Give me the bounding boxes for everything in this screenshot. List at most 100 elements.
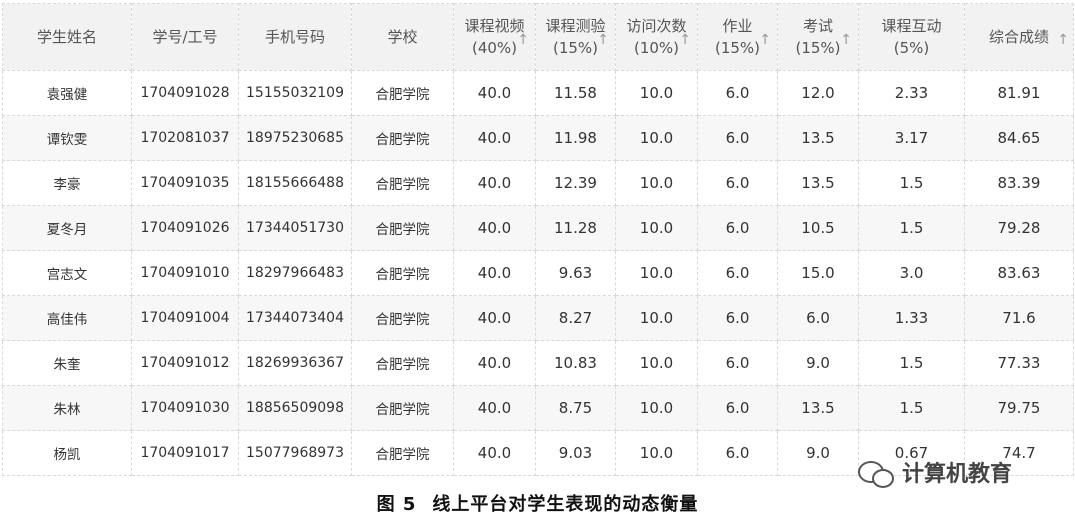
cell-school: 合肥学院: [351, 295, 454, 341]
cell-visit-count: 10.0: [615, 70, 698, 116]
cell-school: 合肥学院: [351, 340, 454, 386]
cell-exam: 6.0: [777, 295, 859, 341]
cell-overall-score: 83.63: [964, 250, 1074, 296]
score-table: 学生姓名 学号/工号 手机号码 学校 课程视频 (40%) ↑ 课程测验 (15%) ↑ 访问次数(…: [2, 3, 1074, 476]
column-header-course-interaction: 课程互动 (5%): [858, 3, 965, 71]
cell-school: 合肥学院: [351, 160, 454, 206]
table-row: 朱林 1704091030 18856509098 合肥学院 40.0 8.75 10.0 6…: [2, 385, 1074, 431]
cell-homework: 6.0: [697, 295, 778, 341]
cell-course-video: 40.0: [453, 250, 536, 296]
column-header-label: 手机号码: [264, 28, 325, 47]
table-row: 朱奎 1704091012 18269936367 合肥学院 40.0 10.83 10.0…: [2, 340, 1074, 386]
cell-course-interaction: 1.5: [858, 205, 965, 251]
table-header-row: 学生姓名 学号/工号 手机号码 学校 课程视频 (40%) ↑ 课程测验 (15%) ↑ 访问次数(…: [2, 3, 1074, 71]
column-header-visit-count[interactable]: 访问次数 (10%) ↑: [615, 3, 698, 71]
cell-student-name: 朱林: [2, 385, 132, 431]
cell-student-id: 1704091028: [131, 70, 239, 116]
column-header-overall-score[interactable]: 综合成绩 ↑: [964, 3, 1074, 71]
cell-course-video: 40.0: [453, 385, 536, 431]
cell-phone: 18269936367: [238, 340, 352, 386]
cell-student-id: 1704091017: [131, 430, 239, 476]
cell-course-interaction: 3.0: [858, 250, 965, 296]
cell-exam: 13.5: [777, 115, 859, 161]
cell-course-quiz: 11.98: [535, 115, 616, 161]
column-header-weight: (10%): [633, 39, 680, 57]
cell-student-id: 1704091004: [131, 295, 239, 341]
cell-exam: 12.0: [777, 70, 859, 116]
cell-homework: 6.0: [697, 250, 778, 296]
cell-student-name: 袁强健: [2, 70, 132, 116]
cell-phone: 17344073404: [238, 295, 352, 341]
cell-course-video: 40.0: [453, 340, 536, 386]
cell-phone: 18856509098: [238, 385, 352, 431]
cell-course-video: 40.0: [453, 115, 536, 161]
cell-overall-score: 77.33: [964, 340, 1074, 386]
cell-phone: 18155666488: [238, 160, 352, 206]
cell-overall-score: 71.6: [964, 295, 1074, 341]
figure-caption: 图 5 线上平台对学生表现的动态衡量: [0, 490, 1075, 516]
cell-homework: 6.0: [697, 340, 778, 386]
cell-phone: 18975230685: [238, 115, 352, 161]
cell-course-interaction: 1.5: [858, 385, 965, 431]
column-header-course-quiz[interactable]: 课程测验 (15%) ↑: [535, 3, 616, 71]
cell-student-id: 1704091026: [131, 205, 239, 251]
sort-up-icon[interactable]: ↑: [679, 29, 691, 51]
cell-exam: 13.5: [777, 160, 859, 206]
cell-exam: 13.5: [777, 385, 859, 431]
cell-course-quiz: 8.27: [535, 295, 616, 341]
sort-up-icon[interactable]: ↑: [759, 29, 771, 51]
cell-course-video: 40.0: [453, 70, 536, 116]
cell-exam: 9.0: [777, 340, 859, 386]
cell-homework: 6.0: [697, 205, 778, 251]
cell-student-name: 朱奎: [2, 340, 132, 386]
cell-phone: 15077968973: [238, 430, 352, 476]
cell-visit-count: 10.0: [615, 385, 698, 431]
cell-visit-count: 10.0: [615, 295, 698, 341]
cell-homework: 6.0: [697, 385, 778, 431]
cell-school: 合肥学院: [351, 385, 454, 431]
cell-exam: 9.0: [777, 430, 859, 476]
sort-up-icon[interactable]: ↑: [517, 29, 529, 51]
cell-homework: 6.0: [697, 430, 778, 476]
cell-visit-count: 10.0: [615, 430, 698, 476]
cell-homework: 6.0: [697, 115, 778, 161]
cell-course-interaction: 2.33: [858, 70, 965, 116]
cell-course-video: 40.0: [453, 160, 536, 206]
sort-up-icon[interactable]: ↑: [1057, 29, 1069, 51]
cell-student-name: 宫志文: [2, 250, 132, 296]
sort-up-icon[interactable]: ↑: [597, 29, 609, 51]
cell-course-quiz: 9.63: [535, 250, 616, 296]
cell-course-quiz: 10.83: [535, 340, 616, 386]
column-header-label: 考试: [802, 17, 833, 35]
wechat-icon: [858, 457, 896, 488]
cell-exam: 15.0: [777, 250, 859, 296]
column-header-label: 学生姓名: [36, 28, 97, 47]
table-row: 袁强健 1704091028 15155032109 合肥学院 40.0 11.58 10.…: [2, 70, 1074, 116]
cell-student-name: 杨凯: [2, 430, 132, 476]
cell-student-id: 1702081037: [131, 115, 239, 161]
cell-student-name: 高佳伟: [2, 295, 132, 341]
cell-course-video: 40.0: [453, 430, 536, 476]
cell-school: 合肥学院: [351, 205, 454, 251]
column-header-label: 综合成绩: [988, 28, 1049, 47]
watermark: 计算机教育: [858, 455, 1012, 489]
column-header-exam[interactable]: 考试 (15%) ↑: [777, 3, 859, 71]
column-header-student-id: 学号/工号: [131, 3, 239, 71]
column-header-homework[interactable]: 作业 (15%) ↑: [697, 3, 778, 71]
column-header-weight: (15%): [795, 39, 841, 57]
column-header-weight: (5%): [893, 39, 930, 57]
column-header-label: 课程视频: [464, 17, 525, 35]
caption-figure-number: 图 5: [376, 494, 417, 515]
column-header-course-video[interactable]: 课程视频 (40%) ↑: [453, 3, 536, 71]
column-header-phone: 手机号码: [238, 3, 352, 71]
column-header-label: 学号/工号: [152, 28, 218, 47]
cell-course-quiz: 11.28: [535, 205, 616, 251]
cell-school: 合肥学院: [351, 250, 454, 296]
column-header-label: 作业: [722, 17, 753, 35]
column-header-label: 访问次数: [626, 17, 687, 35]
sort-up-icon[interactable]: ↑: [840, 29, 852, 51]
column-header-weight: (15%): [714, 39, 761, 57]
cell-student-name: 李豪: [2, 160, 132, 206]
column-header-label: 课程互动: [881, 17, 942, 35]
cell-course-interaction: 3.17: [858, 115, 965, 161]
